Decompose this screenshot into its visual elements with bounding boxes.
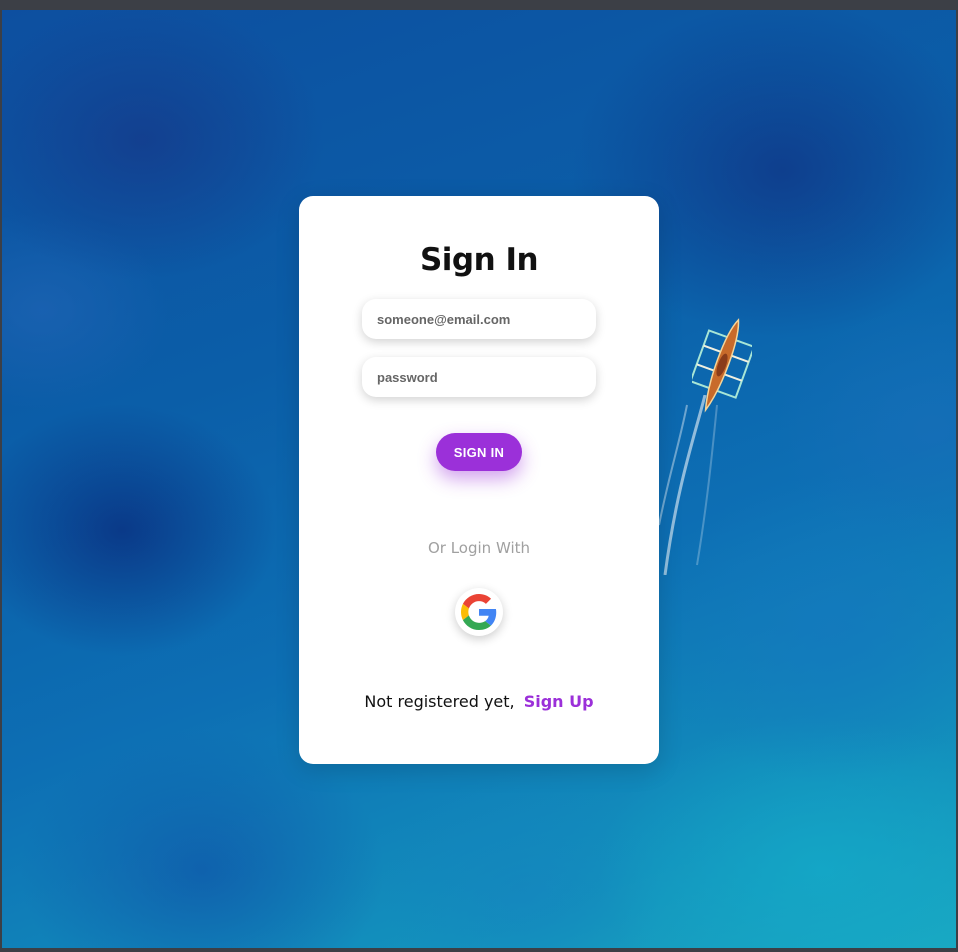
email-field[interactable] [362,299,596,339]
browser-frame: Sign In SIGN IN Or Login With Not regist… [0,0,958,952]
sign-in-button[interactable]: SIGN IN [436,433,522,471]
sign-in-card: Sign In SIGN IN Or Login With Not regist… [299,196,659,764]
register-prompt: Not registered yet, Sign Up [299,692,659,711]
alt-login-label: Or Login With [427,539,531,557]
boat-image [692,318,752,413]
google-login-button[interactable] [455,588,503,636]
sign-up-link[interactable]: Sign Up [524,692,594,711]
page-background: Sign In SIGN IN Or Login With Not regist… [2,10,956,948]
boat-wake [658,395,718,575]
page-title: Sign In [419,242,539,278]
google-icon [461,594,497,630]
register-text: Not registered yet, [364,692,515,711]
password-field[interactable] [362,357,596,397]
